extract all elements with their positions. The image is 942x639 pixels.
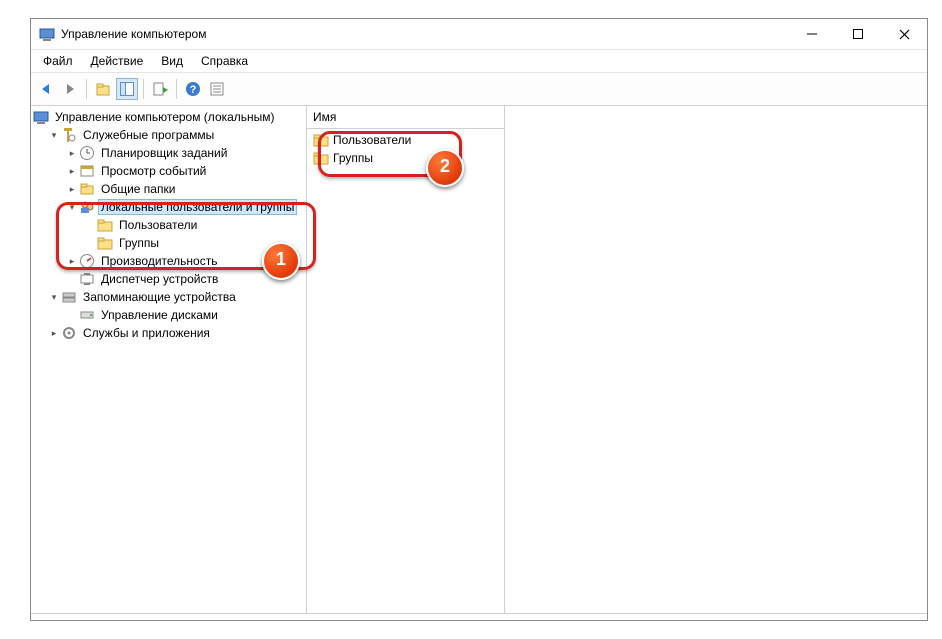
back-button[interactable] — [35, 78, 57, 100]
chevron-right-icon[interactable]: ▸ — [65, 256, 79, 267]
tree-system-tools[interactable]: ▾ Служебные программы — [31, 126, 306, 144]
list-body: Пользователи Группы — [307, 129, 504, 613]
computer-management-icon — [39, 26, 55, 42]
menu-action[interactable]: Действие — [83, 52, 152, 70]
body-panes: Управление компьютером (локальным) ▾ Слу… — [31, 106, 927, 613]
folder-icon — [97, 217, 113, 233]
folder-icon — [313, 150, 329, 166]
export-list-button[interactable] — [149, 78, 171, 100]
tree-label: Пользователи — [117, 218, 199, 232]
column-header-name[interactable]: Имя — [313, 110, 336, 124]
list-header[interactable]: Имя — [307, 106, 504, 129]
tree-label: Управление дисками — [99, 308, 220, 322]
device-manager-icon — [79, 271, 95, 287]
storage-icon — [61, 289, 77, 305]
disk-icon — [79, 307, 95, 323]
tree-device-manager[interactable]: Диспетчер устройств — [31, 270, 306, 288]
performance-icon — [79, 253, 95, 269]
help-button[interactable]: ? — [182, 78, 204, 100]
menu-view[interactable]: Вид — [153, 52, 191, 70]
show-hide-tree-button[interactable] — [116, 78, 138, 100]
chevron-down-icon[interactable]: ▾ — [47, 130, 61, 141]
titlebar: Управление компьютером — [31, 19, 927, 50]
tree-local-users-groups[interactable]: ▾ Локальные пользователи и группы — [31, 198, 306, 216]
services-icon — [61, 325, 77, 341]
tree-label: Планировщик заданий — [99, 146, 229, 160]
tree-performance[interactable]: ▸ Производительность — [31, 252, 306, 270]
svg-text:?: ? — [190, 84, 197, 96]
tree-users[interactable]: Пользователи — [31, 216, 306, 234]
toolbar-separator — [176, 79, 177, 99]
chevron-right-icon[interactable]: ▸ — [65, 148, 79, 159]
tree-disk-management[interactable]: Управление дисками — [31, 306, 306, 324]
toolbar-separator — [143, 79, 144, 99]
folder-icon — [313, 132, 329, 148]
chevron-right-icon[interactable]: ▸ — [47, 328, 61, 339]
tree-label: Служебные программы — [81, 128, 216, 142]
tree-pane[interactable]: Управление компьютером (локальным) ▾ Слу… — [31, 106, 307, 613]
users-groups-icon — [79, 199, 95, 215]
folder-icon — [97, 235, 113, 251]
list-item-groups[interactable]: Группы — [307, 149, 504, 167]
toolbar: ? — [31, 73, 927, 106]
menu-help[interactable]: Справка — [193, 52, 256, 70]
forward-button[interactable] — [59, 78, 81, 100]
tree-services-apps[interactable]: ▸ Службы и приложения — [31, 324, 306, 342]
tree-task-scheduler[interactable]: ▸ Планировщик заданий — [31, 144, 306, 162]
tree-label: Диспетчер устройств — [99, 272, 220, 286]
tree-label: Службы и приложения — [81, 326, 212, 340]
tree-label: Локальные пользователи и группы — [99, 200, 296, 214]
shared-folder-icon — [79, 181, 95, 197]
properties-button[interactable] — [206, 78, 228, 100]
close-button[interactable] — [881, 19, 927, 49]
tree-event-viewer[interactable]: ▸ Просмотр событий — [31, 162, 306, 180]
chevron-down-icon[interactable]: ▾ — [65, 202, 79, 213]
minimize-button[interactable] — [789, 19, 835, 49]
clock-icon — [79, 145, 95, 161]
statusbar — [31, 613, 927, 620]
tree-label: Группы — [117, 236, 161, 250]
menu-file[interactable]: Файл — [35, 52, 81, 70]
computer-icon — [33, 109, 49, 125]
menubar: Файл Действие Вид Справка — [31, 50, 927, 73]
detail-pane — [505, 106, 927, 613]
list-item-users[interactable]: Пользователи — [307, 131, 504, 149]
tree-label: Запоминающие устройства — [81, 290, 238, 304]
event-viewer-icon — [79, 163, 95, 179]
chevron-down-icon[interactable]: ▾ — [47, 292, 61, 303]
chevron-right-icon[interactable]: ▸ — [65, 166, 79, 177]
chevron-right-icon[interactable]: ▸ — [65, 184, 79, 195]
tree-groups[interactable]: Группы — [31, 234, 306, 252]
tree-label: Просмотр событий — [99, 164, 208, 178]
tree-storage[interactable]: ▾ Запоминающие устройства — [31, 288, 306, 306]
tree-root[interactable]: Управление компьютером (локальным) — [31, 108, 306, 126]
tree-label: Производительность — [99, 254, 219, 268]
tree-shared-folders[interactable]: ▸ Общие папки — [31, 180, 306, 198]
maximize-button[interactable] — [835, 19, 881, 49]
up-button[interactable] — [92, 78, 114, 100]
tree-label: Общие папки — [99, 182, 177, 196]
list-item-label: Пользователи — [333, 133, 411, 147]
toolbar-separator — [86, 79, 87, 99]
window-controls — [789, 19, 927, 49]
computer-management-window: Управление компьютером Файл Действие Вид… — [30, 18, 928, 621]
window-title: Управление компьютером — [61, 27, 789, 41]
list-pane[interactable]: Имя Пользователи Группы — [307, 106, 505, 613]
tools-icon — [61, 127, 77, 143]
tree-label: Управление компьютером (локальным) — [53, 110, 277, 124]
list-item-label: Группы — [333, 151, 373, 165]
